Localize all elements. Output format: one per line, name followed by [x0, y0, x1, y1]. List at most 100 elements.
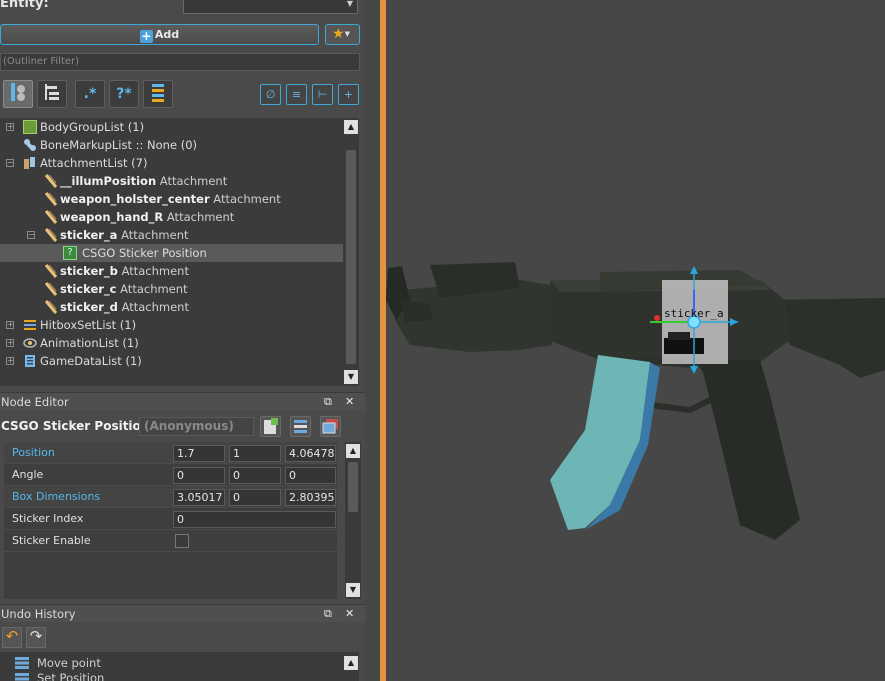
sticker-enable-checkbox[interactable] — [175, 534, 189, 548]
left-panel: Entity: ▼ + Add ★▼ (Outliner Filter) .* ?… — [0, 0, 365, 681]
list-icon — [294, 420, 307, 433]
scroll-thumb[interactable] — [346, 150, 356, 364]
node-name-input[interactable]: (Anonymous) — [139, 417, 254, 436]
hierarchy-icon — [11, 83, 25, 101]
undo-scrollbar[interactable]: ▲ — [343, 652, 359, 681]
property-name: Sticker Index — [12, 512, 84, 525]
tree-item-type: Attachment — [159, 174, 228, 188]
tree-row[interactable]: sticker_d Attachment — [0, 298, 343, 316]
chevron-down-icon: ▼ — [346, 0, 353, 8]
position-x-field[interactable]: 1.7 — [173, 445, 225, 462]
list-icon — [152, 84, 164, 102]
undo-history-titlebar: Undo History ⧉ ✕ — [0, 604, 365, 622]
property-name: Position — [12, 446, 55, 459]
tree-row[interactable]: − AttachmentList (7) — [0, 154, 343, 172]
box-y-field[interactable]: 0 — [229, 489, 281, 506]
box-z-field[interactable]: 2.80395 — [285, 489, 336, 506]
collapse-all-button[interactable]: ⊢ — [312, 84, 333, 105]
expand-toggle[interactable]: + — [6, 357, 14, 365]
tree-item-type: Attachment — [121, 300, 189, 314]
angle-x-field[interactable]: 0 — [173, 467, 225, 484]
expand-toggle[interactable]: + — [6, 339, 14, 347]
outliner-filter-placeholder: (Outliner Filter) — [3, 56, 80, 67]
tree-row[interactable]: weapon_holster_center Attachment — [0, 190, 343, 208]
favorites-button[interactable]: ★▼ — [325, 24, 360, 45]
wildcard-filter-button[interactable]: ?* — [109, 80, 139, 108]
tree-row[interactable]: weapon_hand_R Attachment — [0, 208, 343, 226]
list-view-button[interactable] — [143, 80, 173, 108]
scroll-up-icon[interactable]: ▲ — [344, 120, 358, 134]
add-node-button[interactable] — [260, 416, 281, 437]
expand-toggle[interactable]: + — [6, 123, 14, 131]
view-mode-button[interactable] — [3, 80, 33, 108]
attachment-icon — [44, 264, 58, 278]
scroll-up-icon[interactable]: ▲ — [344, 656, 358, 670]
property-row-box-dimensions: Box Dimensions 3.05017 0 2.80395 — [4, 486, 337, 508]
tree-row[interactable]: + AnimationList (1) — [0, 334, 343, 352]
scroll-up-icon[interactable]: ▲ — [346, 444, 360, 458]
close-icon[interactable]: ✕ — [345, 393, 354, 411]
sticker-index-field[interactable]: 0 — [173, 511, 336, 528]
tree-item-label: AttachmentList (7) — [40, 156, 148, 170]
tree-item-label: GameDataList (1) — [40, 354, 142, 368]
tree-row[interactable]: + GameDataList (1) — [0, 352, 343, 370]
expand-all-button[interactable]: + — [338, 84, 359, 105]
box-x-field[interactable]: 3.05017 — [173, 489, 225, 506]
tree-item-label: BoneMarkupList :: None (0) — [40, 138, 197, 152]
tree-row[interactable]: __illumPosition Attachment — [0, 172, 343, 190]
angle-y-field[interactable]: 0 — [229, 467, 281, 484]
undo-item[interactable]: Set Position — [37, 671, 104, 681]
property-name: Sticker Enable — [12, 534, 91, 547]
outliner-scrollbar[interactable]: ▲ ▼ — [343, 118, 359, 386]
redo-button[interactable]: ↷ — [26, 627, 46, 648]
tree-item-type: Attachment — [166, 210, 235, 224]
regex-filter-button[interactable]: .* — [75, 80, 105, 108]
scroll-down-icon[interactable]: ▼ — [346, 583, 360, 597]
panel-divider[interactable] — [380, 0, 386, 681]
close-icon[interactable]: ✕ — [345, 605, 354, 623]
window-icon — [322, 419, 338, 434]
tree-row[interactable]: − sticker_a Attachment — [0, 226, 343, 244]
properties-scrollbar[interactable]: ▲ ▼ — [345, 442, 361, 599]
hitbox-icon — [23, 318, 37, 332]
tree-row[interactable]: + HitboxSetList (1) — [0, 316, 343, 334]
tree-row[interactable]: + BodyGroupList (1) — [0, 118, 343, 136]
add-button-label: Add — [154, 28, 180, 41]
angle-z-field[interactable]: 0 — [285, 467, 336, 484]
collapse-toggle[interactable]: − — [27, 231, 35, 239]
tree-row-selected[interactable]: ? CSGO Sticker Position — [0, 244, 343, 262]
property-name: Angle — [12, 468, 44, 481]
tree-view-button[interactable] — [37, 80, 67, 108]
node-editor-titlebar: Node Editor ⧉ ✕ — [0, 392, 365, 410]
position-z-field[interactable]: 4.06478 — [285, 445, 336, 462]
tree-row[interactable]: sticker_c Attachment — [0, 280, 343, 298]
no-filter-button[interactable]: ∅ — [260, 84, 281, 105]
tree-item-label: sticker_d — [60, 300, 118, 314]
tree-item-label: BodyGroupList (1) — [40, 120, 145, 134]
undock-icon[interactable]: ⧉ — [324, 393, 332, 411]
scroll-thumb[interactable] — [348, 462, 358, 512]
node-window-button[interactable] — [320, 416, 341, 437]
tree-item-label: sticker_a — [60, 228, 118, 242]
node-list-button[interactable] — [290, 416, 311, 437]
list-details-button[interactable]: ≡ — [286, 84, 307, 105]
node-name-placeholder: (Anonymous) — [144, 419, 234, 433]
node-editor-title: Node Editor — [1, 395, 69, 409]
entity-select[interactable]: ▼ — [183, 0, 358, 14]
outliner-filter-input[interactable]: (Outliner Filter) — [0, 53, 360, 71]
tree-item-label: sticker_b — [60, 264, 118, 278]
collapse-toggle[interactable]: − — [6, 159, 14, 167]
undock-icon[interactable]: ⧉ — [324, 605, 332, 623]
tree-row[interactable]: sticker_b Attachment — [0, 262, 343, 280]
undo-item[interactable]: Move point — [37, 656, 101, 670]
position-y-field[interactable]: 1 — [229, 445, 281, 462]
add-button[interactable]: + Add — [0, 24, 319, 45]
tree-row[interactable]: BoneMarkupList :: None (0) — [0, 136, 343, 154]
expand-toggle[interactable]: + — [6, 321, 14, 329]
scroll-down-icon[interactable]: ▼ — [344, 370, 358, 384]
model-viewport[interactable]: sticker_a — [365, 0, 885, 681]
undo-button[interactable]: ↶ — [2, 627, 22, 648]
animation-icon — [23, 336, 37, 350]
bodygroup-icon — [23, 120, 37, 134]
tree-item-label: CSGO Sticker Position — [82, 246, 207, 260]
